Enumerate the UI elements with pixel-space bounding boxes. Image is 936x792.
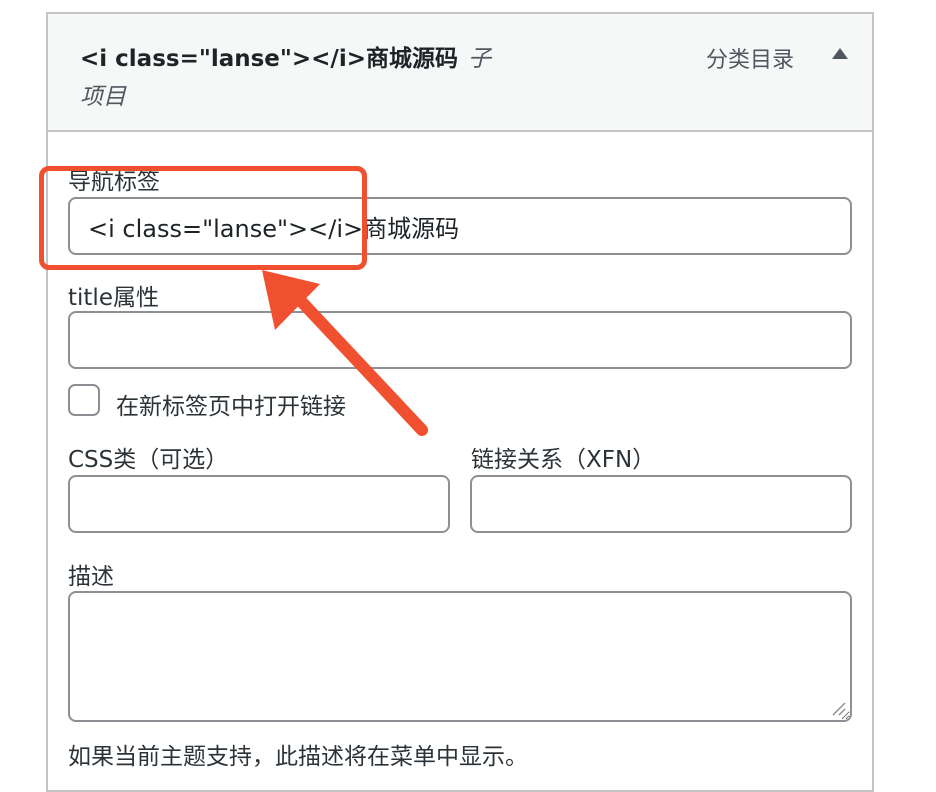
nav-label-input[interactable] [68,197,852,255]
xfn-label: 链接关系（XFN） [471,447,656,473]
menu-item-title: <i class="lanse"></i>商城源码 [80,46,458,72]
menu-item-header[interactable]: <i class="lanse"></i>商城源码 子项目 分类目录 [48,14,872,132]
nav-label-label: 导航标签 [68,169,160,195]
new-tab-checkbox[interactable] [68,384,100,416]
collapse-arrow-icon[interactable] [832,48,848,59]
resize-handle-icon[interactable] [830,700,846,716]
description-label: 描述 [68,564,114,590]
description-textarea[interactable] [68,591,852,722]
title-attr-input[interactable] [68,311,852,369]
description-help-text: 如果当前主题支持，此描述将在菜单中显示。 [68,744,528,770]
new-tab-label: 在新标签页中打开链接 [116,394,346,420]
css-classes-input[interactable] [68,475,450,533]
menu-item-title-block: <i class="lanse"></i>商城源码 子项目 [80,40,510,116]
css-classes-label: CSS类（可选） [68,447,229,473]
xfn-input[interactable] [470,475,852,533]
menu-item-type: 分类目录 [706,48,795,73]
title-attr-label: title属性 [68,285,159,311]
